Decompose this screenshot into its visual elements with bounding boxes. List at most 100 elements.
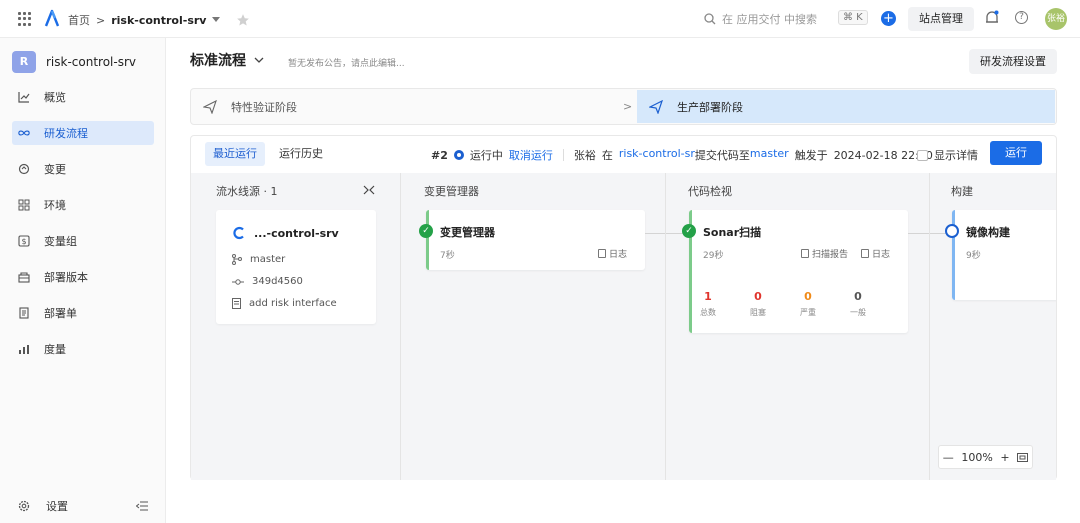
branch-link[interactable]: master xyxy=(750,147,789,163)
flow-settings-button[interactable]: 研发流程设置 xyxy=(969,49,1057,74)
settings-label: 设置 xyxy=(46,500,68,513)
app-grid-icon[interactable] xyxy=(18,12,32,26)
page-title[interactable]: 标准流程 xyxy=(190,50,246,70)
sidebar-item-variable-groups[interactable]: $ 变量组 xyxy=(12,229,154,253)
stat-normal: 0 一般 xyxy=(845,290,871,318)
stat-label: 总数 xyxy=(700,308,716,317)
job-duration: 9秒 xyxy=(966,251,981,261)
grid-icon xyxy=(18,199,30,211)
zoom-out-button[interactable]: — xyxy=(943,451,954,464)
scan-report-label: 扫描报告 xyxy=(812,250,849,260)
running-icon xyxy=(453,150,464,160)
scan-report-link[interactable]: 扫描报告 xyxy=(801,247,848,260)
chevron-down-icon[interactable] xyxy=(254,57,264,63)
sidebar-item-dev-flow[interactable]: 研发流程 xyxy=(12,121,154,145)
help-icon[interactable]: ? xyxy=(1015,11,1028,24)
repo-link[interactable]: risk-control-sr xyxy=(619,147,695,163)
shortcut-hint: ⌘ K xyxy=(838,10,868,25)
source-repo-row: ...-control-srv xyxy=(232,226,339,240)
stat-value: 1 xyxy=(704,290,712,303)
tab-run-history[interactable]: 运行历史 xyxy=(271,142,331,166)
run-panel: 最近运行 运行历史 #2 运行中 取消运行 张裕 在 risk-control-… xyxy=(190,135,1057,480)
sidebar-item-deploy-versions[interactable]: 部署版本 xyxy=(12,265,154,289)
stat-critical: 0 严重 xyxy=(795,290,821,318)
show-detail-checkbox[interactable]: 显示详情 xyxy=(917,147,978,163)
show-detail-label: 显示详情 xyxy=(934,149,978,162)
stat-value: 0 xyxy=(854,290,862,303)
commit-text: 提交代码至 xyxy=(694,149,750,162)
source-repo: ...-control-srv xyxy=(254,226,339,240)
stage-production-deploy[interactable]: 生产部署阶段 xyxy=(637,90,1055,123)
sidebar-item-settings[interactable]: 设置 xyxy=(18,498,68,514)
source-column-title: 流水线源 · 1 xyxy=(216,185,278,198)
announcement-notice[interactable]: 暂无发布公告，请点此编辑... xyxy=(288,56,405,69)
job-duration: 29秒 xyxy=(703,251,724,261)
stat-blocker: 0 阻塞 xyxy=(745,290,771,318)
repo-logo-icon xyxy=(233,226,244,240)
job-status-bar xyxy=(426,210,429,270)
source-card[interactable]: ...-control-srv master 349d4560 add risk… xyxy=(216,210,376,324)
refresh-icon xyxy=(18,163,30,175)
column-title-change-manager: 变更管理器 xyxy=(424,185,479,198)
stat-label: 一般 xyxy=(850,308,866,317)
sidebar-item-label: 研发流程 xyxy=(44,127,88,140)
add-button[interactable]: + xyxy=(881,11,896,26)
page-header: 标准流程 xyxy=(190,50,264,70)
site-admin-button[interactable]: 站点管理 xyxy=(908,7,974,31)
checkbox[interactable] xyxy=(917,149,928,161)
fit-screen-icon[interactable] xyxy=(1017,452,1029,462)
run-button[interactable]: 运行 xyxy=(990,141,1042,165)
sidebar-item-environments[interactable]: 环境 xyxy=(12,193,154,217)
job-log-link[interactable]: 日志 xyxy=(861,247,890,260)
bell-icon[interactable] xyxy=(985,10,999,26)
source-message-row: add risk interface xyxy=(232,298,337,309)
log-label: 日志 xyxy=(609,250,628,260)
source-commit: 349d4560 xyxy=(252,276,303,287)
sidebar-item-deploy-orders[interactable]: 部署单 xyxy=(12,301,154,325)
log-icon xyxy=(861,249,869,258)
sidebar-item-label: 概览 xyxy=(44,91,66,104)
project-name: risk-control-srv xyxy=(46,55,137,69)
pipeline-canvas[interactable]: 流水线源 · 1 ...-control-srv master 349d4560… xyxy=(191,173,1056,480)
breadcrumb-separator: > xyxy=(96,13,106,27)
star-icon[interactable] xyxy=(236,13,250,27)
svg-text:$: $ xyxy=(21,237,26,246)
stage-label: 特性验证阶段 xyxy=(231,101,297,114)
collapse-arrows-icon[interactable] xyxy=(363,185,375,195)
sidebar-item-label: 变量组 xyxy=(44,235,77,248)
run-number: #2 xyxy=(431,148,448,162)
stat-label: 严重 xyxy=(800,308,816,317)
column-title-build: 构建 xyxy=(951,185,973,198)
cancel-run-link[interactable]: 取消运行 xyxy=(509,147,553,163)
breadcrumb-project[interactable]: risk-control-srv xyxy=(111,14,206,27)
job-card-sonar[interactable]: ✓ Sonar扫描 29秒 扫描报告 日志 1 总数 0 阻塞 0 严重 0 一般 xyxy=(682,210,908,333)
chevron-down-icon[interactable] xyxy=(212,17,221,23)
logo-icon[interactable] xyxy=(44,9,60,27)
sidebar-item-changes[interactable]: 变更 xyxy=(12,157,154,181)
tab-recent-run[interactable]: 最近运行 xyxy=(205,142,265,166)
chart-line-icon xyxy=(18,91,30,103)
zoom-in-button[interactable]: + xyxy=(1000,451,1009,464)
sidebar-item-metrics[interactable]: 度量 xyxy=(12,337,154,361)
stage-feature-validation[interactable]: 特性验证阶段 xyxy=(203,99,297,115)
job-name: Sonar扫描 xyxy=(703,226,762,239)
run-user: 张裕 xyxy=(573,149,596,162)
job-duration: 7秒 xyxy=(440,251,455,261)
success-check-icon: ✓ xyxy=(682,224,696,238)
job-name: 变更管理器 xyxy=(440,226,495,239)
job-log-link[interactable]: 日志 xyxy=(598,247,627,260)
project-switcher[interactable]: R risk-control-srv xyxy=(12,51,136,73)
avatar[interactable]: 张裕 xyxy=(1045,8,1067,30)
sidebar-item-overview[interactable]: 概览 xyxy=(12,85,154,109)
run-info: #2 运行中 取消运行 张裕 在 risk-control-sr 提交代码至 m… xyxy=(431,147,933,163)
breadcrumb-home[interactable]: 首页 xyxy=(68,12,90,28)
collapse-sidebar-icon[interactable] xyxy=(136,501,148,511)
report-icon xyxy=(801,249,809,258)
search-input[interactable]: 在 应用交付 中搜索 xyxy=(704,11,817,27)
job-card-image-build[interactable]: 镜像构建 9秒 xyxy=(945,210,1056,300)
commit-icon xyxy=(232,278,244,285)
job-card-change-manager[interactable]: ✓ 变更管理器 7秒 日志 xyxy=(419,210,645,270)
run-status: 运行中 xyxy=(469,149,503,162)
sidebar-item-label: 变更 xyxy=(44,163,66,176)
sidebar-nav: 概览 研发流程 变更 环境 $ 变量组 部署版本 部署单 度量 xyxy=(12,85,154,373)
